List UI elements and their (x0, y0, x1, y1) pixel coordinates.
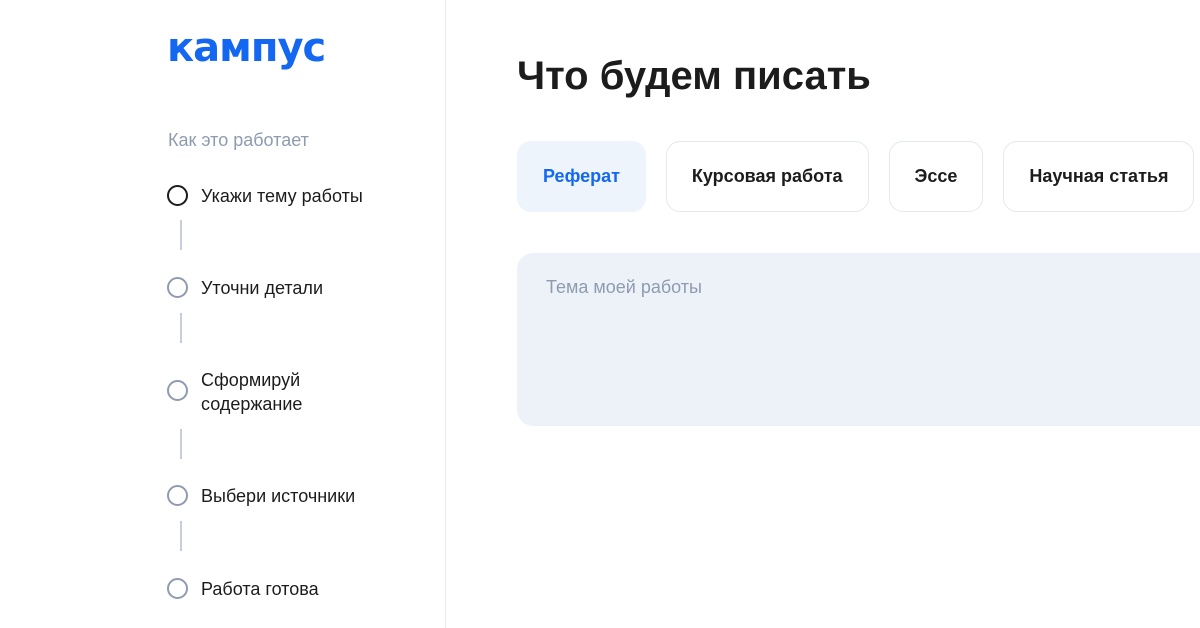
step-label: Работа готова (201, 579, 319, 599)
sidebar: кампус Как это работает Укажи тему работ… (0, 0, 446, 628)
step-done: Работа готова (167, 577, 401, 601)
step-label: Сформируй содержание (201, 370, 303, 414)
steps-heading: Как это работает (168, 130, 309, 150)
step-label: Выбери источники (201, 486, 356, 506)
kampus-logo[interactable]: кампус (167, 24, 326, 72)
tab-referat[interactable]: Реферат (517, 141, 646, 212)
step-circle-icon (167, 485, 188, 506)
topic-field-container (517, 253, 1200, 426)
page-title: Что будем писать (517, 54, 871, 98)
step-connector (180, 220, 182, 250)
topic-input[interactable] (517, 253, 1200, 426)
step-details: Уточни детали (167, 276, 401, 300)
step-circle-icon (167, 185, 188, 206)
step-connector (180, 429, 182, 459)
work-type-tabs: Реферат Курсовая работа Эссе Научная ста… (517, 141, 1195, 212)
step-contents: Сформируй содержание (167, 368, 351, 416)
step-circle-icon (167, 578, 188, 599)
step-topic: Укажи тему работы (167, 184, 401, 208)
tab-nauchnaya-statya[interactable]: Научная статья (1003, 141, 1195, 212)
step-circle-icon (167, 380, 188, 401)
step-sources: Выбери источники (167, 484, 401, 508)
step-connector (180, 521, 182, 551)
step-label: Уточни детали (201, 278, 323, 298)
tab-kursovaya[interactable]: Курсовая работа (665, 141, 869, 212)
step-circle-icon (167, 277, 188, 298)
step-label: Укажи тему работы (201, 186, 363, 206)
tab-esse[interactable]: Эссе (888, 141, 984, 212)
step-connector (180, 313, 182, 343)
